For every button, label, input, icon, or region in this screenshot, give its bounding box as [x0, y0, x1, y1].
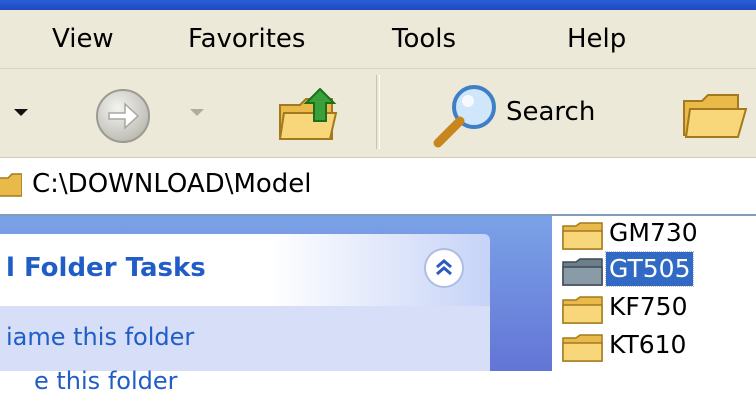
folder-tasks-title: l Folder Tasks — [6, 253, 206, 283]
folder-tasks-body: iame this folder e this folder — [0, 306, 490, 395]
folder-icon — [562, 222, 603, 250]
rename-folder-link[interactable]: iame this folder — [6, 322, 194, 352]
search-label[interactable]: Search — [506, 96, 595, 128]
folder-name: GM730 — [609, 218, 698, 247]
menu-view[interactable]: View — [52, 24, 114, 54]
folder-name: KF750 — [609, 292, 688, 321]
toolbar-separator — [376, 75, 380, 149]
folder-name: GT505 — [604, 251, 695, 287]
folders-icon[interactable] — [678, 87, 756, 147]
list-item[interactable]: KF750 — [556, 290, 756, 328]
forward-arrow-icon[interactable] — [94, 87, 152, 145]
folder-icon — [562, 258, 603, 286]
file-list: GM730 GT505 KF750 KT610 — [552, 216, 756, 371]
folder-icon — [562, 334, 603, 362]
forward-dropdown-arrow[interactable] — [190, 109, 204, 116]
menu-favorites[interactable]: Favorites — [188, 24, 305, 54]
address-path[interactable]: C:\DOWNLOAD\Model — [32, 168, 312, 200]
search-icon[interactable] — [432, 83, 502, 149]
folder-tasks-header[interactable]: l Folder Tasks — [0, 234, 490, 306]
folder-icon — [0, 173, 22, 197]
list-item[interactable]: GM730 — [556, 216, 756, 254]
chevron-up-icon — [436, 259, 452, 276]
folder-name: KT610 — [609, 330, 687, 359]
menu-bar: View Favorites Tools Help — [0, 10, 756, 69]
collapse-button[interactable] — [424, 248, 464, 288]
list-item[interactable]: KT610 — [556, 328, 756, 366]
menu-help[interactable]: Help — [567, 24, 626, 54]
address-bar[interactable]: C:\DOWNLOAD\Model — [0, 158, 756, 216]
task-pane: l Folder Tasks iame this folder e this f… — [0, 216, 552, 395]
window-title-bar — [0, 0, 756, 10]
list-item[interactable]: GT505 — [556, 251, 756, 290]
back-dropdown-arrow[interactable] — [14, 109, 28, 116]
folder-icon — [562, 296, 603, 324]
up-folder-icon[interactable] — [276, 83, 348, 147]
menu-tools[interactable]: Tools — [392, 24, 456, 54]
toolbar: Search — [0, 69, 756, 158]
